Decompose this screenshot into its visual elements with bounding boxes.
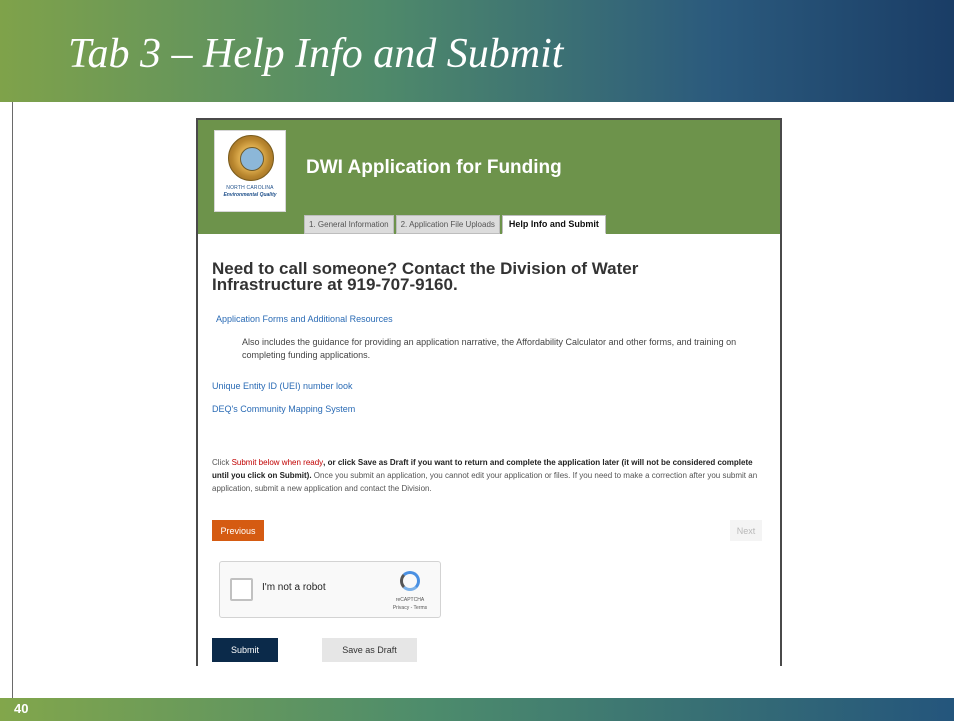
tab-bar: 1. General Information 2. Application Fi… (304, 215, 608, 234)
tab-content: Need to call someone? Contact the Divisi… (198, 234, 780, 666)
recaptcha-brand: reCAPTCHA (395, 597, 425, 603)
recaptcha-widget: I'm not a robot reCAPTCHA Privacy - Term… (219, 561, 441, 618)
logo-line2: Environmental Quality (223, 192, 277, 198)
recaptcha-terms-link[interactable]: Privacy - Terms (385, 605, 435, 611)
app-header: NORTH CAROLINA Environmental Quality DWI… (198, 120, 780, 234)
seal-center (240, 147, 264, 171)
slide-number: 40 (14, 701, 29, 716)
tab-general-information[interactable]: 1. General Information (304, 215, 394, 234)
recaptcha-label: I'm not a robot (262, 582, 326, 593)
tab-application-file-uploads[interactable]: 2. Application File Uploads (395, 215, 500, 234)
community-mapping-link[interactable]: DEQ's Community Mapping System (212, 404, 355, 414)
app-title: DWI Application for Funding (306, 157, 562, 178)
contact-headline: Need to call someone? Contact the Divisi… (212, 259, 639, 294)
left-rule (12, 102, 13, 698)
ncdeq-logo: NORTH CAROLINA Environmental Quality (214, 130, 286, 212)
slide-header: Tab 3 – Help Info and Submit (0, 0, 954, 102)
save-draft-button[interactable]: Save as Draft (322, 638, 417, 662)
forms-resources-link[interactable]: Application Forms and Additional Resourc… (216, 314, 393, 324)
recaptcha-checkbox[interactable] (230, 578, 253, 601)
application-screenshot: NORTH CAROLINA Environmental Quality DWI… (196, 118, 782, 666)
logo-line1: NORTH CAROLINA (226, 185, 274, 191)
state-seal-icon (228, 135, 274, 181)
slide-footer: 40 (0, 698, 954, 721)
submit-button[interactable]: Submit (212, 638, 278, 662)
slide-title: Tab 3 – Help Info and Submit (68, 31, 564, 77)
next-button[interactable]: Next (730, 520, 762, 541)
forms-description: Also includes the guidance for providing… (242, 337, 737, 360)
notice-text-1: Click (212, 458, 232, 467)
tab-help-info-submit[interactable]: Help Info and Submit (501, 215, 606, 234)
submit-notice: Click Submit below when ready, or click … (212, 456, 770, 495)
previous-button[interactable]: Previous (212, 520, 264, 541)
uei-lookup-link[interactable]: Unique Entity ID (UEI) number look (212, 381, 353, 391)
recaptcha-icon (400, 571, 420, 591)
notice-text-2: Submit below when ready (231, 458, 324, 467)
